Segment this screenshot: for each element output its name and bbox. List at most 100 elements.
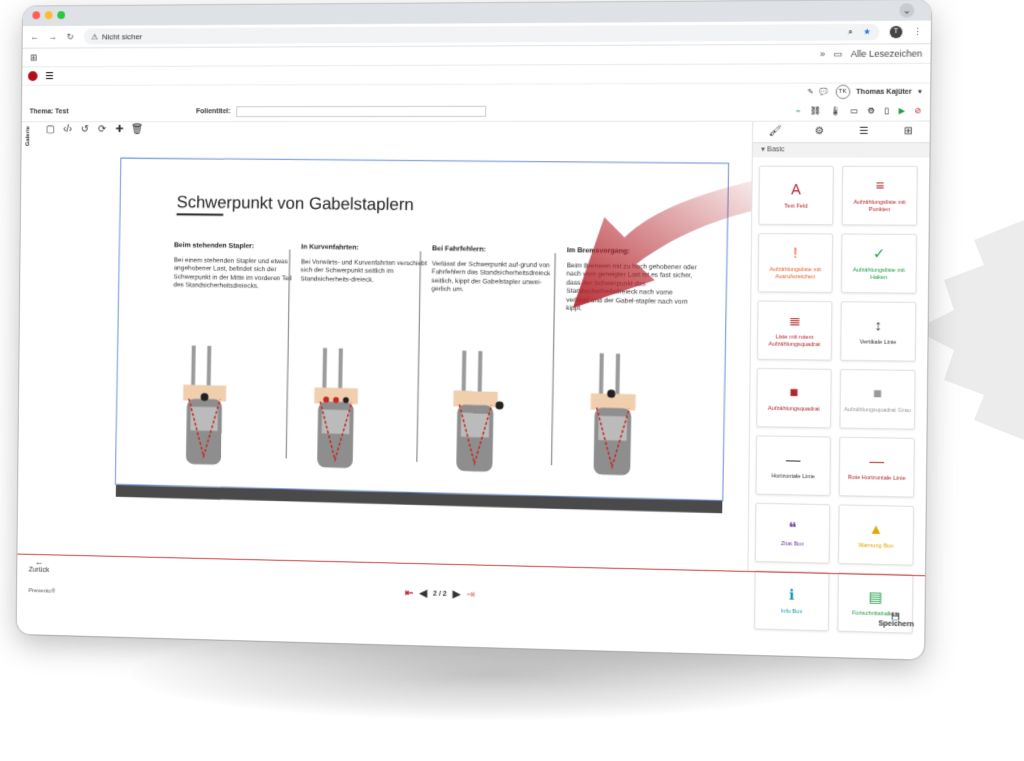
component-tile-icon: ↕ (874, 316, 882, 335)
next-slide-icon[interactable]: ▶ (453, 589, 461, 600)
component-tile-label: Vertikale Linie (857, 339, 900, 347)
app-menubar: ☰ (22, 64, 930, 86)
play-icon[interactable]: ▶ (898, 106, 905, 115)
component-tile[interactable]: ■ Aufzählungsquadrat (756, 368, 831, 428)
app-userbar: ✎ 💬 TK Thomas Kajüter ▾ (22, 83, 930, 101)
back-label: Zurück (29, 567, 50, 574)
slide-pager: ⇤ ◀ 2 / 2 ▶ ⇥ (405, 588, 475, 601)
link-icon[interactable]: ⛓ (810, 106, 821, 115)
component-tile[interactable]: A Text Feld (758, 166, 834, 226)
component-tile-icon: ■ (873, 384, 882, 403)
column-heading: Im Bremsvorgang: (567, 247, 698, 256)
component-tile-label: Liste mit rotem Aufzählungsquadrat (758, 334, 831, 349)
chat-icon[interactable]: 💬 (820, 88, 829, 96)
heading-underline (177, 213, 224, 216)
component-tile-icon: — (869, 452, 884, 471)
component-tile-icon: ! (793, 245, 797, 263)
component-tile[interactable]: — Horizontale Linie (755, 435, 830, 496)
all-bookmarks-link[interactable]: Alle Lesezeichen (851, 48, 923, 59)
slide-heading[interactable]: Schwerpunkt von Gabelstaplern (177, 193, 414, 216)
column-text: Beim Bremsen mit zu hoch gehobener oder … (566, 262, 698, 315)
component-tile-icon: ≣ (788, 312, 800, 331)
slide-column-3[interactable]: Bei Fahrfehlern: Verlässt der Schwerpunk… (431, 245, 561, 296)
disable-icon[interactable]: ⊘ (914, 106, 921, 115)
profile-avatar[interactable]: T (890, 26, 903, 38)
caret-down-icon[interactable]: ▾ (918, 88, 922, 96)
security-label: Nicht sicher (102, 32, 142, 41)
components-panel: 🖌 ⚙ ☰ ⊞ ▾ Basic A Text Feld ≡ Aufzählungsli… (747, 122, 930, 576)
warning-icon: ⚠ (91, 32, 98, 41)
page-icon[interactable]: ▯ (884, 106, 889, 115)
app-logo (28, 71, 38, 81)
grid-tab-icon[interactable]: ⊞ (886, 122, 931, 143)
apps-grid-icon[interactable]: ⊞ (30, 52, 37, 63)
back-arrow-icon: ← (29, 557, 50, 567)
forklift-illustration (583, 353, 646, 478)
browser-window: ⌄ ← → ↻ ⚠ Nicht sicher ⌕ ★ T ⋮ ⊞ » ▭ All… (17, 0, 932, 660)
component-tiles: A Text Feld ≡ Aufzählungsliste mit Punkten!… (748, 157, 931, 634)
minimize-window-dot[interactable] (45, 11, 53, 19)
gallery-tab[interactable]: Galerie (25, 126, 37, 146)
component-tile[interactable]: ! Aufzählungsliste mit Ausrufezeichen (758, 233, 834, 293)
brush-icon[interactable]: 🖌 (753, 122, 797, 142)
accessibility-ear-icon[interactable]: ⌁ (796, 106, 801, 115)
basic-section-label: Basic (767, 146, 785, 153)
component-tile[interactable]: ■ Aufzählungsquadrat Grau (839, 369, 915, 430)
forklift-illustration (446, 350, 508, 474)
component-tile-label: Rote Horizontale Linie (845, 474, 909, 482)
bookmark-star-icon[interactable]: ★ (863, 27, 871, 37)
hamburger-menu-icon[interactable]: ☰ (45, 71, 54, 82)
tab-search-chevron-icon[interactable]: ⌄ (899, 3, 914, 18)
component-tile-label: Horizontale Linie (768, 473, 818, 481)
component-tile-label: Aufzählungsliste mit Haken (842, 267, 916, 282)
component-tile-icon: ✓ (873, 245, 886, 264)
thermometer-icon[interactable]: 🌡 (830, 106, 841, 115)
component-tile-label: Text Feld (781, 203, 811, 210)
slide[interactable]: Schwerpunkt von Gabelstaplern Beim stehe… (115, 158, 729, 502)
forward-arrow-icon[interactable]: → (48, 32, 57, 42)
component-tile-label: Aufzählungsquadrat (765, 405, 823, 413)
slide-column-1[interactable]: Beim stehenden Stapler: Bei einem stehen… (173, 242, 299, 292)
back-button[interactable]: ← Zurück (29, 557, 50, 574)
component-tile-icon: ▲ (869, 520, 884, 539)
first-slide-icon[interactable]: ⇤ (405, 588, 413, 599)
component-tile[interactable]: — Rote Horizontale Linie (839, 437, 915, 498)
reload-icon[interactable]: ↻ (67, 31, 74, 42)
prev-slide-icon[interactable]: ◀ (419, 588, 427, 599)
topic-label: Thema: Test (30, 108, 69, 115)
component-tile[interactable]: ≣ Liste mit rotem Aufzählungsquadrat (757, 300, 833, 360)
settings-tab-icon[interactable]: ⚙ (797, 122, 842, 143)
save-button[interactable]: 💾 Speichern (878, 612, 914, 628)
last-slide-icon[interactable]: ⇥ (466, 589, 475, 600)
zoom-icon[interactable]: ⌕ (848, 27, 853, 37)
address-bar[interactable]: ⚠ Nicht sicher ⌕ ★ (83, 24, 879, 45)
settings-gear-icon[interactable]: ⚙ (867, 106, 875, 115)
slide-canvas: Schwerpunkt von Gabelstaplern Beim stehe… (38, 122, 749, 571)
basic-section-header[interactable]: ▾ Basic (753, 143, 931, 158)
component-tile[interactable]: ↕ Vertikale Linie (840, 301, 916, 361)
edit-icon[interactable]: ✎ (807, 88, 813, 96)
component-tile[interactable]: ▲ Warnung Box (838, 504, 914, 565)
pager-label: 2 / 2 (433, 591, 447, 598)
brand-label: Prevenio® (28, 588, 55, 595)
slide-column-4[interactable]: Im Bremsvorgang: Beim Bremsen mit zu hoc… (566, 247, 698, 316)
more-bookmarks-icon[interactable]: » (820, 49, 825, 59)
component-tile-icon: — (786, 451, 801, 470)
component-tile-icon: A (791, 181, 801, 199)
component-tile[interactable]: ≡ Aufzählungsliste mit Punkten (842, 166, 918, 226)
component-tile[interactable]: ✓ Aufzählungsliste mit Haken (841, 234, 917, 294)
slide-column-2[interactable]: In Kurvenfahrten: Bei Vorwärts- und Kurv… (301, 244, 429, 286)
user-initials-badge: TK (835, 85, 850, 99)
decorative-gear-shape (914, 220, 1024, 440)
browser-menu-icon[interactable]: ⋮ (913, 26, 923, 37)
close-window-dot[interactable] (32, 11, 40, 19)
save-label: Speichern (878, 620, 914, 628)
maximize-window-dot[interactable] (57, 11, 65, 19)
component-tile[interactable]: ❝ Zitat Box (755, 503, 830, 564)
slide-title-input[interactable] (236, 105, 486, 116)
back-arrow-icon[interactable]: ← (30, 32, 39, 42)
list-tab-icon[interactable]: ☰ (841, 122, 886, 143)
component-tile-label: Aufzählungsliste mit Ausrufezeichen (759, 267, 832, 282)
comment-icon[interactable]: ▭ (850, 106, 858, 115)
user-name-menu[interactable]: Thomas Kajüter (856, 88, 912, 95)
